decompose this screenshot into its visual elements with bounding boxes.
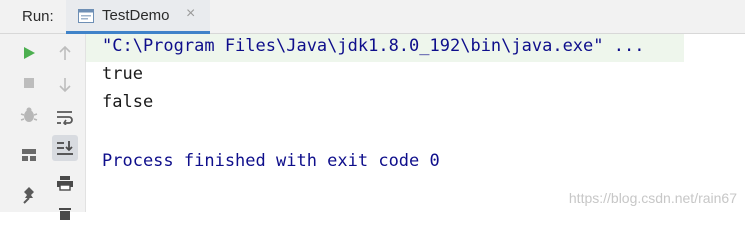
run-toolbar-left <box>0 34 44 212</box>
previous-occurrence-button[interactable] <box>52 40 78 66</box>
console-toolbar <box>44 34 86 220</box>
trash-icon <box>59 208 71 220</box>
output-line: true <box>102 64 143 84</box>
clear-all-button[interactable] <box>52 200 78 226</box>
print-icon <box>57 176 73 191</box>
debug-icon <box>20 107 38 122</box>
down-arrow-icon <box>59 78 71 93</box>
run-config-icon <box>78 9 94 23</box>
run-icon <box>24 47 35 59</box>
up-arrow-icon <box>59 45 71 60</box>
stop-icon <box>24 78 34 88</box>
soft-wrap-icon <box>57 111 73 125</box>
layout-icon <box>22 149 36 161</box>
console-output[interactable]: "C:\Program Files\Java\jdk1.8.0_192\bin\… <box>86 34 745 212</box>
rerun-failed-button[interactable] <box>16 102 42 128</box>
restore-layout-button[interactable] <box>16 142 42 168</box>
scroll-to-end-button[interactable] <box>52 135 78 161</box>
watermark: https://blog.csdn.net/rain67 <box>568 190 737 206</box>
pin-icon <box>23 187 34 204</box>
run-tool-window-header: Run: TestDemo × <box>0 0 745 34</box>
print-button[interactable] <box>52 170 78 196</box>
close-icon[interactable]: × <box>186 5 195 23</box>
tab-label: TestDemo <box>102 7 170 24</box>
pin-tab-button[interactable] <box>16 182 42 208</box>
soft-wrap-button[interactable] <box>52 104 78 130</box>
stop-button[interactable] <box>16 70 42 96</box>
run-button[interactable] <box>16 40 42 66</box>
exit-message: Process finished with exit code 0 <box>102 151 440 171</box>
scroll-to-end-icon <box>57 141 73 155</box>
run-label: Run: <box>22 8 54 25</box>
tab-testdemo[interactable]: TestDemo × <box>66 0 210 34</box>
next-occurrence-button[interactable] <box>52 72 78 98</box>
command-line[interactable]: "C:\Program Files\Java\jdk1.8.0_192\bin\… <box>102 36 644 56</box>
output-line: false <box>102 92 154 112</box>
